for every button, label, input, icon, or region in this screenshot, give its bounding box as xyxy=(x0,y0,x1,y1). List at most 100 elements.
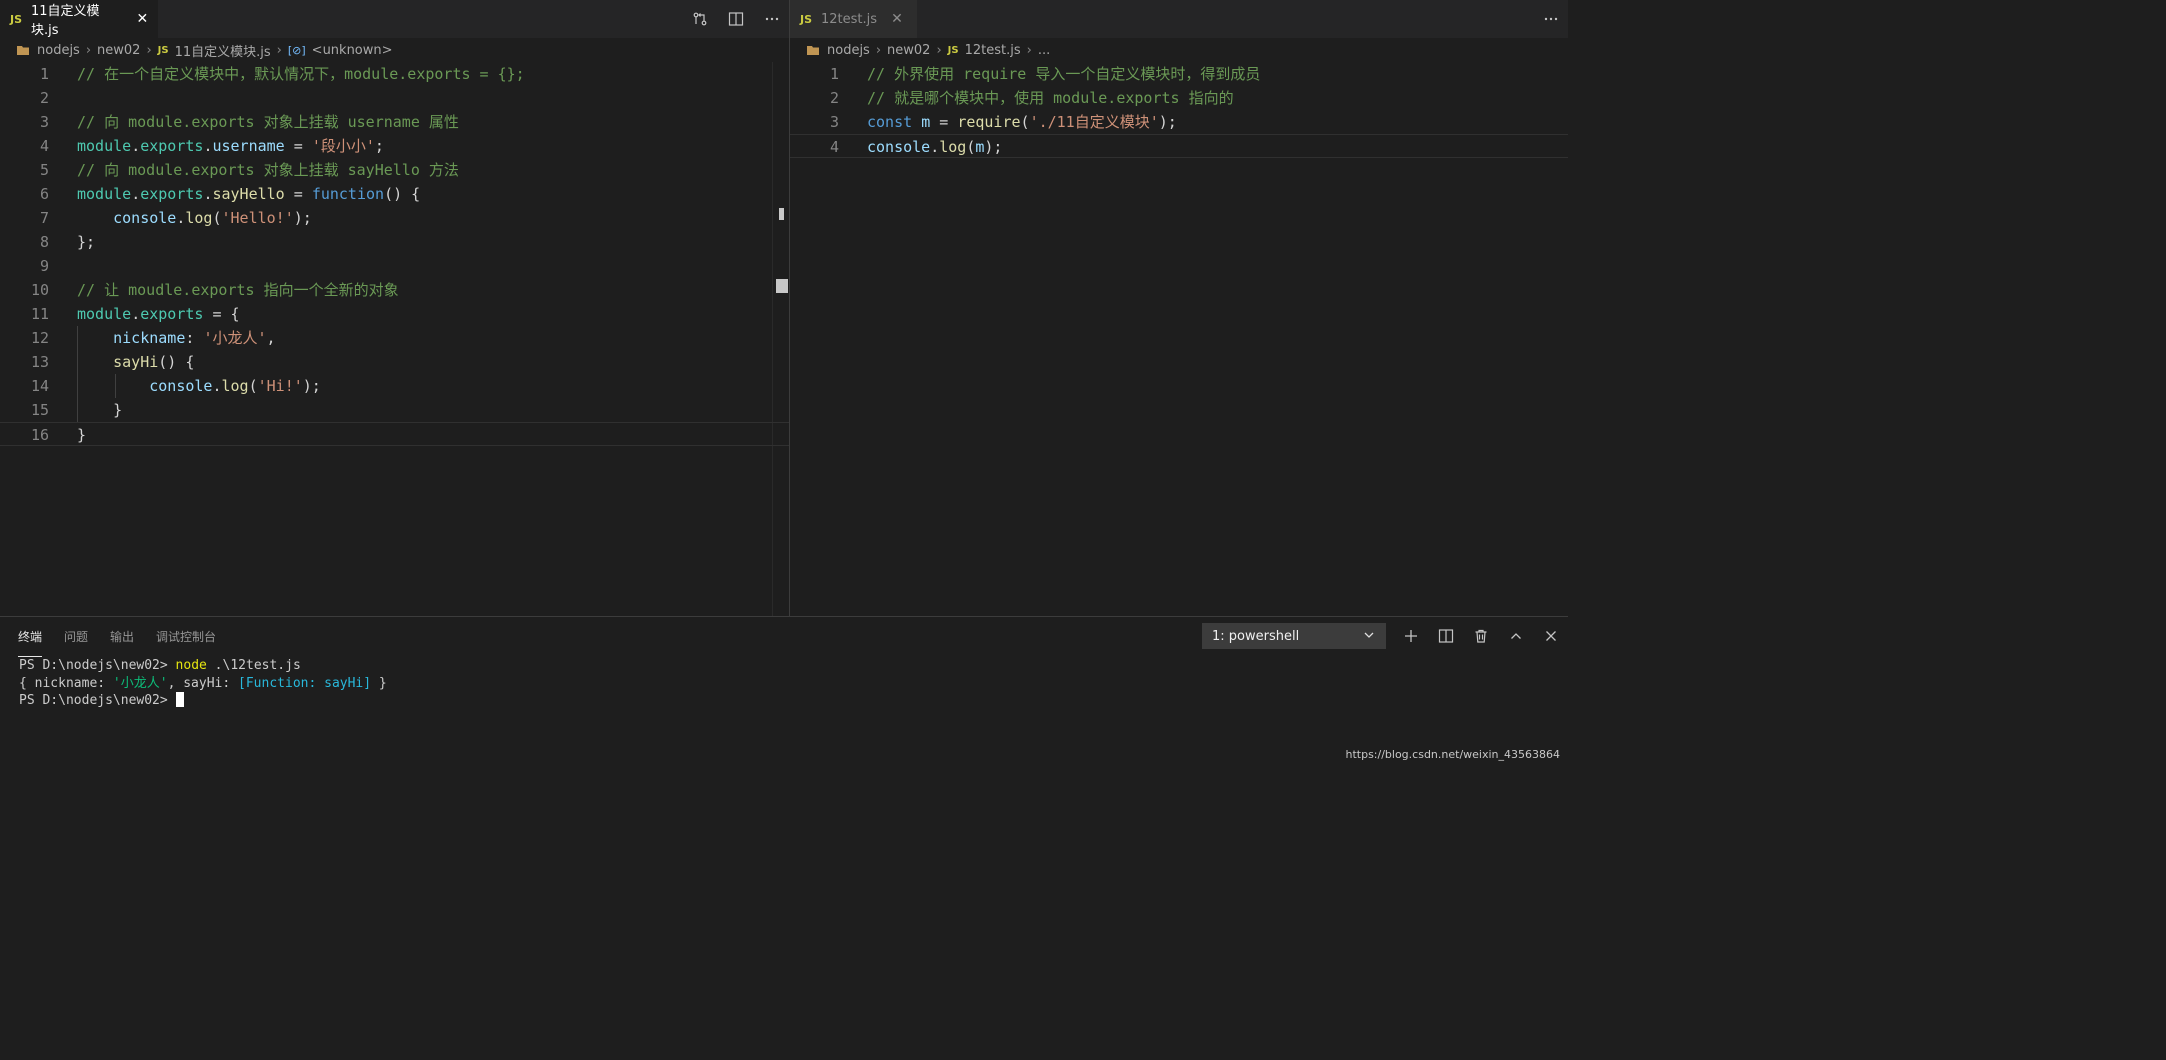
terminal-line: PS D:\nodejs\new02> xyxy=(19,692,387,710)
line-number: 10 xyxy=(30,281,49,299)
terminal-output[interactable]: PS D:\nodejs\new02> node .\12test.js{ ni… xyxy=(19,657,387,710)
code-line[interactable]: 12 nickname: '小龙人', xyxy=(0,326,789,350)
breadcrumb-item[interactable]: nodejs xyxy=(827,43,870,58)
line-number: 5 xyxy=(39,161,49,179)
code-line[interactable]: 10 // 让 moudle.exports 指向一个全新的对象 xyxy=(0,278,789,302)
close-icon[interactable]: ✕ xyxy=(135,11,150,27)
new-terminal-icon[interactable] xyxy=(1402,627,1420,645)
code-text: // 向 module.exports 对象上挂载 username 属性 xyxy=(77,110,459,134)
code-line[interactable]: 13 sayHi() { xyxy=(0,350,789,374)
code-text: module.exports.sayHello = function() { xyxy=(77,182,420,206)
code-text: sayHi() { xyxy=(77,350,194,374)
line-number: 12 xyxy=(30,329,49,347)
code-line[interactable]: 1 // 在一个自定义模块中，默认情况下，module.exports = {}; xyxy=(0,62,789,86)
code-line[interactable]: 2 // 就是哪个模块中，使用 module.exports 指向的 xyxy=(790,86,1568,110)
code-token: function xyxy=(311,185,385,203)
code-text: // 向 module.exports 对象上挂载 sayHello 方法 xyxy=(77,158,459,182)
line-number: 8 xyxy=(39,233,49,251)
tab-label: 12test.js xyxy=(821,11,878,27)
tab-12test-js[interactable]: JS 12test.js ✕ xyxy=(790,0,917,38)
breadcrumb-item[interactable]: 12test.js xyxy=(965,43,1021,58)
code-line[interactable]: 16} xyxy=(0,422,789,446)
code-line[interactable]: 2 xyxy=(0,86,789,110)
code-text: // 在一个自定义模块中，默认情况下，module.exports = {}; xyxy=(77,62,525,86)
code-editor[interactable]: 1 // 外界使用 require 导入一个自定义模块时，得到成员 2 // 就是哪个… xyxy=(790,62,1568,616)
code-token: // 向 module.exports 对象上挂载 username 属性 xyxy=(77,113,459,131)
tab-11-custom-module-js[interactable]: JS 11自定义模块.js ✕ xyxy=(0,0,158,38)
terminal-text: node xyxy=(175,658,207,673)
code-editor[interactable]: 1 // 在一个自定义模块中，默认情况下，module.exports = {};… xyxy=(0,62,789,616)
code-line[interactable]: 11 module.exports = { xyxy=(0,302,789,326)
code-token: exports xyxy=(140,137,204,155)
code-token: ( xyxy=(1020,113,1030,131)
code-line[interactable]: 7 console.log('Hello!'); xyxy=(0,206,789,230)
tab-problems[interactable]: 问题 xyxy=(64,617,88,657)
code-token: m xyxy=(921,113,931,131)
code-text: console.log('Hi!'); xyxy=(77,374,321,398)
code-line[interactable]: 8}; xyxy=(0,230,789,254)
code-token: = xyxy=(284,185,312,203)
code-line[interactable]: 4 module.exports.username = '段小小'; xyxy=(0,134,789,158)
js-file-icon: JS xyxy=(10,12,23,26)
code-line[interactable]: 3 // 向 module.exports 对象上挂载 username 属性 xyxy=(0,110,789,134)
tab-label: 11自定义模块.js xyxy=(31,4,100,38)
close-panel-icon[interactable] xyxy=(1542,627,1560,645)
code-token: nickname xyxy=(113,329,186,347)
tab-output[interactable]: 输出 xyxy=(110,617,134,657)
close-icon[interactable]: ✕ xyxy=(889,11,905,27)
terminal-select[interactable]: 1: powershell xyxy=(1202,623,1386,649)
breadcrumb-item[interactable]: 11自定义模块.js xyxy=(175,41,271,60)
tab-terminal[interactable]: 终端 xyxy=(18,617,43,657)
trash-icon[interactable] xyxy=(1472,627,1490,645)
breadcrumb-item[interactable]: new02 xyxy=(887,43,930,58)
breadcrumb: nodejs › new02 › JS 11自定义模块.js › [⊘] <un… xyxy=(0,38,789,62)
bottom-panel: 终端 问题 输出 调试控制台 1: powershell PS D:\nodej… xyxy=(0,616,1568,767)
code-line[interactable]: 14 console.log('Hi!'); xyxy=(0,374,789,398)
split-editor-icon[interactable] xyxy=(727,10,745,28)
more-actions-icon[interactable] xyxy=(763,10,781,28)
code-text: } xyxy=(77,398,122,422)
line-number: 3 xyxy=(829,113,839,131)
line-number: 2 xyxy=(39,89,49,107)
more-actions-icon[interactable] xyxy=(1542,10,1560,28)
code-token: console xyxy=(149,377,213,395)
chevron-up-icon[interactable] xyxy=(1507,627,1525,645)
breadcrumb-item[interactable]: <unknown> xyxy=(312,43,393,58)
code-token: module xyxy=(77,137,132,155)
code-line[interactable]: 5 // 向 module.exports 对象上挂载 sayHello 方法 xyxy=(0,158,789,182)
code-line[interactable]: 1 // 外界使用 require 导入一个自定义模块时，得到成员 xyxy=(790,62,1568,86)
line-number: 14 xyxy=(30,377,49,395)
code-token: . xyxy=(930,138,940,156)
breadcrumb-item[interactable]: ... xyxy=(1038,43,1050,58)
code-line[interactable]: 15 } xyxy=(0,398,789,422)
split-terminal-icon[interactable] xyxy=(1437,627,1455,645)
code-text: nickname: '小龙人', xyxy=(77,326,276,350)
terminal-text: PS D:\nodejs\new02> xyxy=(19,693,176,708)
code-token: console xyxy=(867,138,931,156)
code-line[interactable]: 6 module.exports.sayHello = function() { xyxy=(0,182,789,206)
terminal-text: PS D:\nodejs\new02> xyxy=(19,658,176,673)
code-token: module xyxy=(77,185,132,203)
code-token: // 外界使用 require 导入一个自定义模块时，得到成员 xyxy=(867,65,1261,83)
code-token: log xyxy=(939,138,967,156)
line-number: 4 xyxy=(829,138,839,156)
breadcrumb-item[interactable]: new02 xyxy=(97,43,140,58)
code-line[interactable]: 4 console.log(m); xyxy=(790,134,1568,158)
js-file-icon: JS xyxy=(157,44,169,56)
line-number: 15 xyxy=(30,401,49,419)
code-token: , xyxy=(266,329,276,347)
terminal-line: PS D:\nodejs\new02> node .\12test.js xyxy=(19,657,387,675)
code-line[interactable]: 9 xyxy=(0,254,789,278)
code-line[interactable]: 3 const m = require('./11自定义模块'); xyxy=(790,110,1568,134)
code-token: sayHi xyxy=(113,353,159,371)
code-token: = { xyxy=(203,305,240,323)
breadcrumb-item[interactable]: nodejs xyxy=(37,43,80,58)
code-token: 'Hi!' xyxy=(257,377,303,395)
panel-tabs: 终端 问题 输出 调试控制台 xyxy=(18,617,216,657)
js-file-icon: JS xyxy=(800,12,813,26)
open-changes-icon[interactable] xyxy=(691,10,709,28)
tab-debug-console[interactable]: 调试控制台 xyxy=(156,617,216,657)
code-token: () { xyxy=(158,353,195,371)
